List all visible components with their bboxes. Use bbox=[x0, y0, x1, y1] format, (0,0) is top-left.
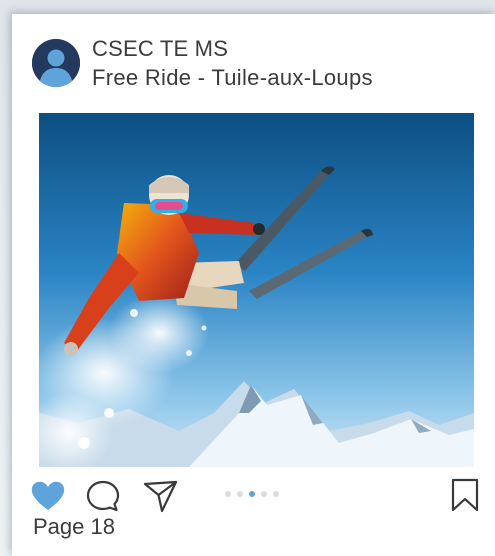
carousel-dot[interactable] bbox=[237, 491, 243, 497]
carousel-dot[interactable] bbox=[273, 491, 279, 497]
paper-plane-icon[interactable] bbox=[142, 478, 180, 514]
post-photo[interactable] bbox=[39, 113, 474, 467]
bookmark-icon[interactable] bbox=[449, 477, 481, 513]
comment-bubble-icon[interactable] bbox=[85, 479, 121, 513]
post-location[interactable]: Free Ride - Tuile-aux-Loups bbox=[92, 65, 373, 91]
page-number-label: Page 18 bbox=[33, 514, 115, 539]
user-avatar-icon[interactable] bbox=[32, 39, 80, 87]
heart-icon[interactable] bbox=[30, 480, 66, 512]
carousel-dot[interactable] bbox=[225, 491, 231, 497]
carousel-dot-active[interactable] bbox=[249, 491, 255, 497]
post-header: CSEC TE MS Free Ride - Tuile-aux-Loups bbox=[32, 36, 472, 94]
post-actions-bar bbox=[30, 476, 485, 514]
post-card: CSEC TE MS Free Ride - Tuile-aux-Loups P… bbox=[12, 14, 495, 556]
account-name[interactable]: CSEC TE MS bbox=[92, 36, 228, 62]
carousel-dot[interactable] bbox=[261, 491, 267, 497]
